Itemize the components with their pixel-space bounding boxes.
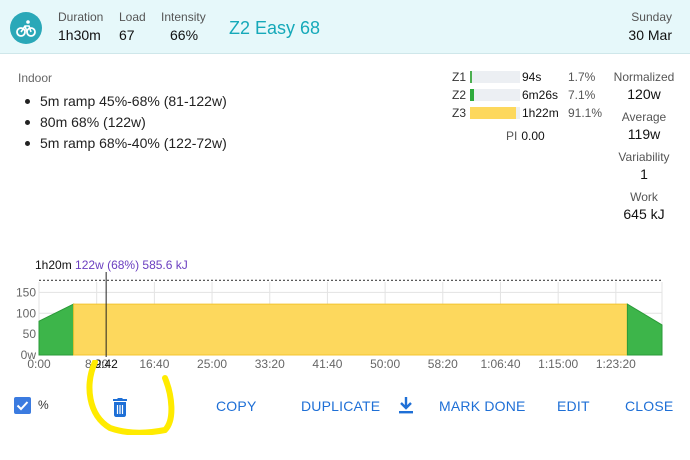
zone-percent: 91.1% bbox=[568, 106, 603, 120]
stat-duration: Duration 1h30m bbox=[58, 10, 103, 43]
x-tick-label: 1:06:40 bbox=[480, 357, 520, 371]
close-button[interactable]: CLOSE bbox=[625, 398, 673, 414]
workout-title[interactable]: Z2 Easy 68 bbox=[229, 18, 320, 39]
zone-bar-fill bbox=[470, 89, 474, 101]
dialog-header: Duration 1h30m Load 67 Intensity 66% Z2 … bbox=[0, 0, 690, 54]
section-label: Indoor bbox=[18, 71, 53, 85]
percent-label: % bbox=[38, 398, 49, 412]
workout-date: Sunday 30 Mar bbox=[628, 10, 672, 43]
step-item: 5m ramp 45%-68% (81-122w) bbox=[24, 91, 227, 112]
zone-bar bbox=[470, 71, 520, 83]
zone-time: 6m26s bbox=[522, 88, 559, 102]
x-tick-label: 41:40 bbox=[312, 357, 342, 371]
hover-time: 1h20m bbox=[35, 258, 72, 272]
metric-value: 645 kJ bbox=[623, 206, 665, 222]
zone-bar bbox=[470, 107, 520, 119]
edit-button[interactable]: EDIT bbox=[557, 398, 590, 414]
trash-icon bbox=[113, 398, 127, 417]
stat-value: 66% bbox=[170, 27, 199, 43]
download-button[interactable] bbox=[397, 395, 415, 420]
zone-bar bbox=[470, 89, 520, 101]
zone-time: 1h22m bbox=[522, 106, 559, 120]
x-tick-label: 33:20 bbox=[255, 357, 285, 371]
download-icon bbox=[399, 397, 413, 414]
metric-label: Variability bbox=[618, 150, 670, 164]
stat-value: 1h30m bbox=[58, 27, 101, 43]
metric-label: Normalized bbox=[613, 70, 675, 84]
y-tick-label: 150 bbox=[16, 285, 36, 299]
bike-icon bbox=[10, 12, 42, 44]
segment-cooldown bbox=[626, 303, 663, 356]
copy-button[interactable]: COPY bbox=[216, 398, 256, 414]
metric-value: 119w bbox=[627, 126, 661, 142]
zone-percent: 7.1% bbox=[568, 88, 596, 102]
metric-work: Work 645 kJ bbox=[604, 190, 684, 230]
workout-dialog: Duration 1h30m Load 67 Intensity 66% Z2 … bbox=[0, 0, 690, 460]
metric-value: 1 bbox=[640, 166, 648, 182]
metric-label: Work bbox=[630, 190, 658, 204]
step-item: 80m 68% (122w) bbox=[24, 112, 227, 133]
date-day: Sunday bbox=[631, 10, 672, 24]
segment-steady bbox=[73, 303, 628, 356]
zone-name: Z1 bbox=[452, 70, 467, 84]
x-tick-label: 50:00 bbox=[370, 357, 400, 371]
stat-intensity: Intensity 66% bbox=[161, 10, 206, 43]
chart-hover-readout: 1h20m 122w (68%) 585.6 kJ bbox=[35, 258, 188, 272]
pi-label: PI bbox=[506, 129, 518, 143]
metric-normalized: Normalized 120w bbox=[604, 70, 684, 110]
power-metrics: Normalized 120w Average 119w Variability… bbox=[604, 70, 684, 230]
x-tick-label: 25:00 bbox=[197, 357, 227, 371]
stat-load: Load 67 bbox=[119, 10, 146, 43]
zone-name: Z3 bbox=[452, 106, 467, 120]
stat-value: 67 bbox=[119, 27, 135, 43]
check-icon bbox=[16, 401, 29, 411]
x-tick-label: 0:00 bbox=[27, 357, 51, 371]
metric-label: Average bbox=[621, 110, 667, 124]
x-tick-label: 58:20 bbox=[428, 357, 458, 371]
zone-bar-fill bbox=[470, 107, 516, 119]
segment-warmup bbox=[38, 303, 75, 356]
zone-name: Z2 bbox=[452, 88, 467, 102]
hover-power: 122w (68%) 585.6 kJ bbox=[75, 258, 188, 272]
zone-bar-fill bbox=[470, 71, 472, 83]
zone-time: 94s bbox=[522, 70, 542, 84]
x-tick-label: 1:23:20 bbox=[596, 357, 636, 371]
percent-checkbox[interactable] bbox=[14, 397, 31, 414]
x-tick-label: 1:15:00 bbox=[538, 357, 578, 371]
workout-steps: 5m ramp 45%-68% (81-122w) 80m 68% (122w)… bbox=[24, 91, 227, 154]
y-tick-label: 50 bbox=[23, 327, 37, 341]
step-item: 5m ramp 68%-40% (122-72w) bbox=[24, 133, 227, 154]
pi-value: 0.00 bbox=[521, 129, 545, 143]
duplicate-button[interactable]: DUPLICATE bbox=[301, 398, 380, 414]
pi-readout: PI 0.00 bbox=[506, 129, 545, 143]
stat-label: Load bbox=[119, 10, 146, 24]
stat-label: Duration bbox=[58, 10, 104, 24]
metric-average: Average 119w bbox=[604, 110, 684, 150]
y-tick-label: 100 bbox=[16, 306, 36, 320]
mark-done-button[interactable]: MARK DONE bbox=[439, 398, 526, 414]
date-day-month: 30 Mar bbox=[628, 27, 672, 43]
zone-percent: 1.7% bbox=[568, 70, 596, 84]
delete-button[interactable] bbox=[108, 395, 132, 424]
metric-variability: Variability 1 bbox=[604, 150, 684, 190]
stat-label: Intensity bbox=[161, 10, 206, 24]
metric-value: 120w bbox=[627, 86, 661, 102]
